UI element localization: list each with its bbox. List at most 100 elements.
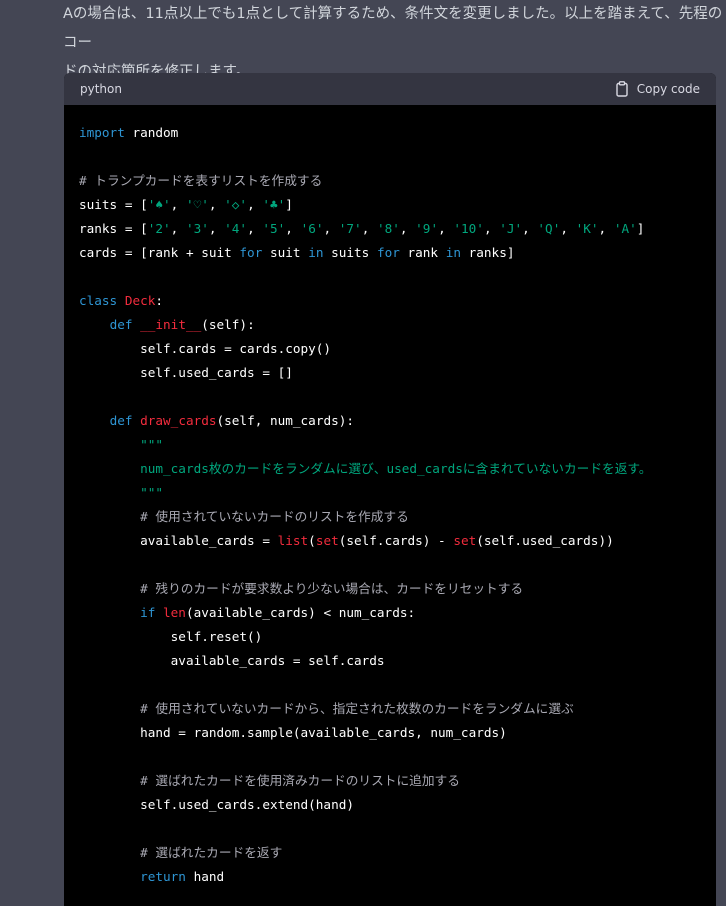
code-token: in — [445, 245, 461, 260]
copy-code-label: Copy code — [636, 82, 700, 96]
code-token: hand = random.sample(available_cards, nu… — [79, 725, 507, 740]
code-token: '4' — [224, 221, 248, 236]
code-token: , — [483, 221, 500, 236]
code-line: self.used_cards = [] — [79, 361, 700, 385]
code-token: (self): — [201, 317, 255, 332]
code-token: def — [109, 413, 133, 428]
code-token: '♠' — [147, 197, 171, 212]
code-token: # 選ばれたカードを返す — [140, 845, 283, 860]
code-token: in — [308, 245, 324, 260]
code-token: , — [399, 221, 416, 236]
code-token: ranks] — [461, 245, 515, 260]
code-token: # 使用されていないカードから、指定された枚数のカードをランダムに選ぶ — [140, 701, 574, 716]
code-line: # 残りのカードが要求数より少ない場合は、カードをリセットする — [79, 577, 700, 601]
code-line: # 使用されていないカードから、指定された枚数のカードをランダムに選ぶ — [79, 697, 700, 721]
code-line: cards = [rank + suit for suit in suits f… — [79, 241, 700, 265]
code-token: (self, num_cards): — [216, 413, 355, 428]
code-token: suits — [323, 245, 377, 260]
code-token: (self.used_cards)) — [476, 533, 614, 548]
code-token: , — [285, 221, 301, 236]
code-token: , — [208, 197, 225, 212]
code-token: , — [323, 221, 339, 236]
code-token: 'K' — [575, 221, 599, 236]
code-line: # 選ばれたカードを返す — [79, 841, 700, 865]
code-token: '5' — [262, 221, 286, 236]
code-token: available_cards = self.cards — [79, 653, 385, 668]
code-line: class Deck: — [79, 289, 700, 313]
code-line: available_cards = self.cards — [79, 649, 700, 673]
code-line: # 選ばれたカードを使用済みカードのリストに追加する — [79, 769, 700, 793]
code-token: set — [453, 533, 477, 548]
code-token: '7' — [338, 221, 362, 236]
code-token: self.cards = cards.copy() — [79, 341, 332, 356]
code-token: """ — [140, 485, 164, 500]
code-line: """ — [79, 481, 700, 505]
code-token: hand — [185, 869, 225, 884]
code-token: self.used_cards.extend(hand) — [79, 797, 354, 812]
code-block: python Copy code import random # トランプカード… — [64, 73, 716, 906]
code-line: self.used_cards.extend(hand) — [79, 793, 700, 817]
code-token: self.used_cards = [] — [79, 365, 293, 380]
code-token: ( — [308, 533, 316, 548]
code-token: : — [155, 293, 164, 308]
code-token: rank — [399, 245, 446, 260]
code-token: self.reset() — [79, 629, 263, 644]
code-token: , — [208, 221, 225, 236]
code-token: ] — [285, 197, 293, 212]
code-token: '10' — [453, 221, 484, 236]
code-token: , — [361, 221, 377, 236]
code-token: Deck — [124, 293, 156, 308]
code-token: , — [170, 197, 186, 212]
code-token: # 使用されていないカードのリストを作成する — [140, 509, 409, 524]
code-token: 'A' — [613, 221, 637, 236]
code-token: # 選ばれたカードを使用済みカードのリストに追加する — [140, 773, 460, 788]
code-token: cards = [rank + suit — [79, 245, 240, 260]
code-token: (available_cards) < num_cards: — [185, 605, 416, 620]
code-line: """ — [79, 433, 700, 457]
code-token: draw_cards — [140, 413, 217, 428]
copy-code-button[interactable]: Copy code — [615, 81, 700, 97]
code-line: import random — [79, 121, 700, 145]
code-line: # トランプカードを表すリストを作成する — [79, 169, 700, 193]
code-token: suits = [ — [79, 197, 148, 212]
code-token: '◇' — [224, 197, 248, 212]
code-token: '8' — [376, 221, 400, 236]
code-token: , — [247, 197, 263, 212]
code-token: def — [109, 317, 133, 332]
code-token: , — [247, 221, 263, 236]
code-token: class — [79, 293, 118, 308]
code-line: if len(available_cards) < num_cards: — [79, 601, 700, 625]
code-content: import random # トランプカードを表すリストを作成する suits … — [64, 105, 716, 889]
code-line: def draw_cards(self, num_cards): — [79, 409, 700, 433]
code-token: '9' — [415, 221, 439, 236]
code-token: set — [315, 533, 339, 548]
code-token: __init__ — [140, 317, 202, 332]
code-token: '2' — [147, 221, 171, 236]
code-token: return — [140, 869, 186, 884]
code-token: if — [140, 605, 156, 620]
code-token: suit — [262, 245, 309, 260]
code-token: num_cards枚のカードをランダムに選び、used_cardsに含まれていな… — [140, 461, 652, 476]
code-line: suits = ['♠', '♡', '◇', '♣'] — [79, 193, 700, 217]
code-block-header: python Copy code — [64, 73, 716, 105]
code-token: # トランプカードを表すリストを作成する — [79, 173, 323, 188]
code-token: import — [79, 125, 125, 140]
code-token: '♣' — [262, 197, 286, 212]
code-token: # 残りのカードが要求数より少ない場合は、カードをリセットする — [140, 581, 524, 596]
